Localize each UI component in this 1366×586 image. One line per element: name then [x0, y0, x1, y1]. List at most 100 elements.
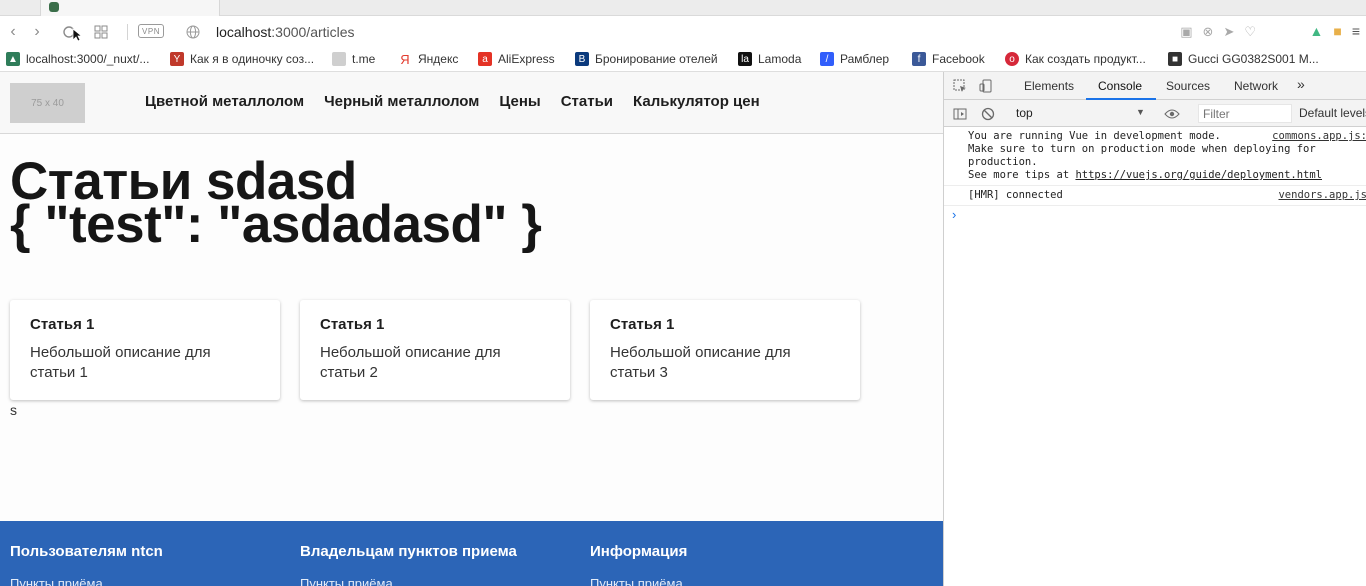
- log-levels-dropdown[interactable]: Default levels: [1299, 106, 1366, 120]
- shop-icon: ■: [1168, 52, 1182, 66]
- bookmark-item[interactable]: f Facebook: [912, 52, 985, 66]
- logo-placeholder[interactable]: 75 x 40: [10, 83, 85, 123]
- bookmark-item[interactable]: ■ Gucci GG0382S001 M...: [1168, 52, 1319, 66]
- footer-heading: Пользователям ntcn: [10, 543, 163, 560]
- browser-tab-strip: [0, 0, 1366, 16]
- footer-column: Информация Пункты приёма: [590, 543, 687, 586]
- url-field[interactable]: localhost:3000/articles: [216, 24, 355, 40]
- aliexpress-icon: a: [478, 52, 492, 66]
- booking-icon: B: [575, 52, 589, 66]
- devtools-tabs: Elements Console Sources Network »: [944, 72, 1366, 100]
- article-cards: Статья 1 Небольшой описание для статьи 1…: [10, 300, 860, 400]
- heart-icon[interactable]: ♡: [1244, 24, 1256, 40]
- article-card[interactable]: Статья 1 Небольшой описание для статьи 2: [300, 300, 570, 400]
- chevron-down-icon[interactable]: ▼: [1136, 107, 1145, 117]
- card-description: Небольшой описание для статьи 3: [610, 344, 791, 381]
- facebook-icon: f: [912, 52, 926, 66]
- message-source-link[interactable]: commons.app.js:: [1272, 130, 1366, 142]
- card-description: Небольшой описание для статьи 1: [30, 344, 211, 381]
- footer-link[interactable]: Пункты приёма: [590, 576, 687, 586]
- speed-dial-icon[interactable]: [92, 22, 110, 42]
- console-output: You are running Vue in development mode.…: [944, 127, 1366, 206]
- footer-link[interactable]: Пункты приёма: [300, 576, 517, 586]
- active-tab[interactable]: [40, 0, 220, 16]
- bookmark-item[interactable]: / Рамблер: [820, 52, 889, 66]
- footer-heading: Информация: [590, 543, 688, 560]
- bookmark-item[interactable]: a AliExpress: [478, 52, 555, 66]
- url-path: :3000/articles: [271, 24, 355, 40]
- rambler-icon: /: [820, 52, 834, 66]
- page-title: Статьи sdasd { "test": "asdadasd" }: [10, 155, 542, 254]
- inspect-element-icon[interactable]: [952, 78, 968, 94]
- address-actions: ▣ ⊗ ➤ ♡: [1180, 24, 1256, 40]
- yandex-icon: Я: [400, 51, 410, 67]
- more-tabs-icon[interactable]: »: [1297, 76, 1305, 92]
- card-title: Статья 1: [30, 316, 95, 333]
- menu-icon[interactable]: ≡: [1352, 23, 1360, 39]
- footer-column: Пользователям ntcn Пункты приёма: [10, 543, 163, 586]
- deployment-link[interactable]: https://vuejs.org/guide/deployment.html: [1075, 169, 1322, 181]
- footer-column: Владельцам пунктов приема Пункты приёма: [300, 543, 517, 586]
- extension-cube-icon[interactable]: ■: [1333, 23, 1341, 39]
- sidebar-toggle-icon[interactable]: [952, 106, 968, 122]
- nav-item-ferrous[interactable]: Черный металлолом: [324, 93, 479, 110]
- nav-item-articles[interactable]: Статьи: [561, 93, 613, 110]
- nav-item-nonferrous[interactable]: Цветной металлолом: [145, 93, 304, 110]
- bookmark-item[interactable]: Я Яндекс: [398, 51, 458, 67]
- nav-item-calculator[interactable]: Калькулятор цен: [633, 93, 760, 110]
- tab-console[interactable]: Console: [1098, 79, 1142, 93]
- bookmark-item[interactable]: Y Как я в одиночку соз...: [170, 52, 314, 66]
- bookmark-item[interactable]: la Lamoda: [738, 52, 801, 66]
- device-toolbar-icon[interactable]: [978, 78, 994, 94]
- page-icon: [332, 52, 346, 66]
- tab-favicon-icon: [49, 2, 59, 12]
- filter-input[interactable]: [1198, 104, 1292, 123]
- lamoda-icon: la: [738, 52, 752, 66]
- article-card[interactable]: Статья 1 Небольшой описание для статьи 3: [590, 300, 860, 400]
- footer-link[interactable]: Пункты приёма: [10, 576, 163, 586]
- message-line: Make sure to turn on production mode whe…: [968, 143, 1316, 155]
- card-description: Небольшой описание для статьи 2: [320, 344, 501, 381]
- eye-icon[interactable]: [1164, 106, 1180, 122]
- message-line: See more tips at https://vuejs.org/guide…: [968, 169, 1323, 181]
- url-host: localhost: [216, 24, 272, 40]
- console-message: [HMR] connected vendors.app.js: [944, 186, 1366, 206]
- bookmark-item[interactable]: ▲ localhost:3000/_nuxt/...: [6, 52, 149, 66]
- context-selector[interactable]: top: [1016, 106, 1033, 120]
- vue-devtools-icon[interactable]: ▲: [1310, 23, 1324, 39]
- page-viewport: 75 x 40 Цветной металлолом Черный металл…: [0, 72, 943, 586]
- devtools-panel: Elements Console Sources Network » top ▼…: [943, 72, 1366, 586]
- bookmark-item[interactable]: B Бронирование отелей: [575, 52, 718, 66]
- site-header: 75 x 40 Цветной металлолом Черный металл…: [0, 72, 943, 134]
- page-title-line-2: { "test": "asdadasd" }: [10, 195, 542, 254]
- camera-icon[interactable]: ▣: [1180, 24, 1192, 40]
- extensions: ▲ ■ ≡: [1310, 23, 1361, 39]
- console-message: You are running Vue in development mode.…: [944, 127, 1366, 186]
- tab-network[interactable]: Network: [1234, 79, 1278, 93]
- console-prompt-icon[interactable]: ›: [952, 207, 956, 222]
- console-toolbar: top ▼ Default levels: [944, 100, 1366, 127]
- ya-music-icon: Y: [170, 52, 184, 66]
- tab-elements[interactable]: Elements: [1024, 79, 1074, 93]
- message-source-link[interactable]: vendors.app.js: [1278, 189, 1366, 201]
- footer-heading: Владельцам пунктов приема: [300, 543, 517, 560]
- bookmarks-bar: ▲ localhost:3000/_nuxt/... Y Как я в одино…: [0, 48, 1366, 72]
- send-icon[interactable]: ➤: [1223, 24, 1234, 40]
- nav-item-prices[interactable]: Цены: [499, 93, 540, 110]
- vpn-badge[interactable]: VPN: [138, 24, 164, 38]
- target-icon: o: [1005, 52, 1019, 66]
- bookmark-item[interactable]: t.me: [332, 52, 375, 66]
- back-icon[interactable]: ‹: [4, 22, 22, 42]
- tab-sources[interactable]: Sources: [1166, 79, 1210, 93]
- bookmark-item[interactable]: o Как создать продукт...: [1005, 52, 1146, 66]
- block-icon[interactable]: ⊗: [1203, 24, 1214, 40]
- forward-icon[interactable]: ›: [28, 22, 46, 42]
- site-footer: Пользователям ntcn Пункты приёма Владель…: [0, 521, 943, 586]
- card-title: Статья 1: [610, 316, 675, 333]
- stray-text: s: [10, 402, 17, 418]
- address-bar-row: ‹ › VPN localhost:3000/articles ▣ ⊗ ➤ ♡ …: [0, 16, 1366, 48]
- article-card[interactable]: Статья 1 Небольшой описание для статьи 1: [10, 300, 280, 400]
- separator: [127, 24, 128, 40]
- clear-console-icon[interactable]: [980, 106, 996, 122]
- card-title: Статья 1: [320, 316, 385, 333]
